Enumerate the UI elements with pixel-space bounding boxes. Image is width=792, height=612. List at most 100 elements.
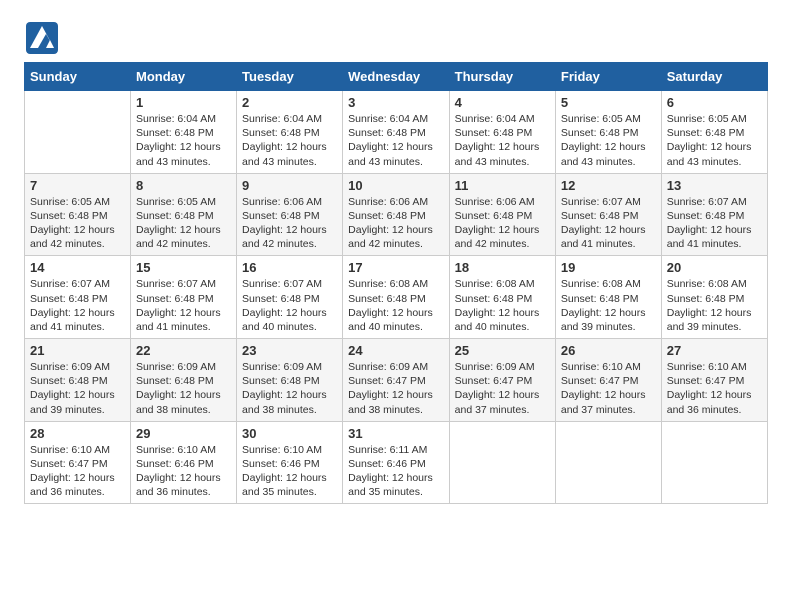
day-number: 29 [136,426,231,441]
day-number: 19 [561,260,656,275]
calendar-cell: 23Sunrise: 6:09 AM Sunset: 6:48 PM Dayli… [237,339,343,422]
calendar-cell: 19 Sunrise: 6:08 AM Sunset: 6:48 PM Dayli… [555,256,661,339]
header-saturday: Saturday [661,63,767,91]
day-info: Sunrise: 6:08 AM Sunset: 6:48 PM Dayligh… [561,277,656,334]
day-info: Sunrise: 6:11 AM Sunset: 6:46 PM Dayligh… [348,443,444,500]
calendar-cell: 29 Sunrise: 6:10 AM Sunset: 6:46 PM Dayli… [131,421,237,504]
day-info: Sunrise: 6:06 AM Sunset: 6:48 PM Dayligh… [242,195,337,252]
day-number: 11 [455,178,550,193]
day-info: Sunrise: 6:06 AM Sunset: 6:48 PM Dayligh… [455,195,550,252]
calendar-cell: 3 Sunrise: 6:04 AM Sunset: 6:48 PM Daylig… [343,91,450,174]
calendar-cell: 10 Sunrise: 6:06 AM Sunset: 6:48 PM Dayli… [343,173,450,256]
calendar-cell [449,421,555,504]
calendar-week-row: 14 Sunrise: 6:07 AM Sunset: 6:48 PM Dayli… [25,256,768,339]
day-info: Sunrise: 6:09 AM Sunset: 6:48 PM Dayligh… [136,360,231,417]
day-info: Sunrise: 6:09 AM Sunset: 6:48 PM Dayligh… [242,360,337,417]
header-sunday: Sunday [25,63,131,91]
day-info: Sunrise: 6:04 AM Sunset: 6:48 PM Dayligh… [242,112,337,169]
calendar-week-row: 21 Sunrise: 6:09 AM Sunset: 6:48 PM Dayli… [25,339,768,422]
logo-icon [24,20,60,56]
day-info: Sunrise: 6:10 AM Sunset: 6:46 PM Dayligh… [242,443,337,500]
calendar-cell: 7 Sunrise: 6:05 AM Sunset: 6:48 PM Daylig… [25,173,131,256]
calendar-cell: 24 Sunrise: 6:09 AM Sunset: 6:47 PM Dayli… [343,339,450,422]
day-info: Sunrise: 6:04 AM Sunset: 6:48 PM Dayligh… [136,112,231,169]
calendar-table: SundayMondayTuesdayWednesdayThursdayFrid… [24,62,768,504]
header-friday: Friday [555,63,661,91]
calendar-cell: 17Sunrise: 6:08 AM Sunset: 6:48 PM Dayli… [343,256,450,339]
day-info: Sunrise: 6:07 AM Sunset: 6:48 PM Dayligh… [136,277,231,334]
calendar-week-row: 28 Sunrise: 6:10 AM Sunset: 6:47 PM Dayli… [25,421,768,504]
calendar-cell: 8 Sunrise: 6:05 AM Sunset: 6:48 PM Daylig… [131,173,237,256]
day-info: Sunrise: 6:08 AM Sunset: 6:48 PM Dayligh… [455,277,550,334]
calendar-cell: 25Sunrise: 6:09 AM Sunset: 6:47 PM Dayli… [449,339,555,422]
calendar-cell: 12 Sunrise: 6:07 AM Sunset: 6:48 PM Dayli… [555,173,661,256]
logo [24,20,64,56]
day-info: Sunrise: 6:05 AM Sunset: 6:48 PM Dayligh… [561,112,656,169]
day-number: 10 [348,178,444,193]
day-info: Sunrise: 6:05 AM Sunset: 6:48 PM Dayligh… [667,112,762,169]
calendar-cell: 9 Sunrise: 6:06 AM Sunset: 6:48 PM Daylig… [237,173,343,256]
calendar-cell: 2 Sunrise: 6:04 AM Sunset: 6:48 PM Daylig… [237,91,343,174]
day-number: 15 [136,260,231,275]
day-number: 26 [561,343,656,358]
calendar-cell: 14 Sunrise: 6:07 AM Sunset: 6:48 PM Dayli… [25,256,131,339]
calendar-week-row: 7 Sunrise: 6:05 AM Sunset: 6:48 PM Daylig… [25,173,768,256]
day-info: Sunrise: 6:07 AM Sunset: 6:48 PM Dayligh… [561,195,656,252]
day-info: Sunrise: 6:04 AM Sunset: 6:48 PM Dayligh… [348,112,444,169]
header-tuesday: Tuesday [237,63,343,91]
day-number: 5 [561,95,656,110]
day-info: Sunrise: 6:07 AM Sunset: 6:48 PM Dayligh… [242,277,337,334]
day-info: Sunrise: 6:10 AM Sunset: 6:47 PM Dayligh… [667,360,762,417]
day-number: 9 [242,178,337,193]
day-number: 16 [242,260,337,275]
day-number: 30 [242,426,337,441]
day-number: 14 [30,260,125,275]
calendar-cell: 15 Sunrise: 6:07 AM Sunset: 6:48 PM Dayli… [131,256,237,339]
calendar-cell: 1Sunrise: 6:04 AM Sunset: 6:48 PM Daylig… [131,91,237,174]
day-number: 3 [348,95,444,110]
day-info: Sunrise: 6:09 AM Sunset: 6:47 PM Dayligh… [455,360,550,417]
calendar-cell: 11 Sunrise: 6:06 AM Sunset: 6:48 PM Dayli… [449,173,555,256]
day-info: Sunrise: 6:08 AM Sunset: 6:48 PM Dayligh… [667,277,762,334]
calendar-week-row: 1Sunrise: 6:04 AM Sunset: 6:48 PM Daylig… [25,91,768,174]
day-number: 8 [136,178,231,193]
calendar-cell: 20 Sunrise: 6:08 AM Sunset: 6:48 PM Dayli… [661,256,767,339]
day-info: Sunrise: 6:04 AM Sunset: 6:48 PM Dayligh… [455,112,550,169]
page-header [24,20,768,56]
day-info: Sunrise: 6:06 AM Sunset: 6:48 PM Dayligh… [348,195,444,252]
day-number: 31 [348,426,444,441]
calendar-cell: 18Sunrise: 6:08 AM Sunset: 6:48 PM Dayli… [449,256,555,339]
day-info: Sunrise: 6:05 AM Sunset: 6:48 PM Dayligh… [136,195,231,252]
day-info: Sunrise: 6:10 AM Sunset: 6:47 PM Dayligh… [561,360,656,417]
day-number: 12 [561,178,656,193]
day-number: 24 [348,343,444,358]
calendar-cell: 16 Sunrise: 6:07 AM Sunset: 6:48 PM Dayli… [237,256,343,339]
day-info: Sunrise: 6:09 AM Sunset: 6:47 PM Dayligh… [348,360,444,417]
calendar-cell [661,421,767,504]
calendar-cell: 26 Sunrise: 6:10 AM Sunset: 6:47 PM Dayli… [555,339,661,422]
calendar-cell [25,91,131,174]
calendar-cell: 4 Sunrise: 6:04 AM Sunset: 6:48 PM Daylig… [449,91,555,174]
day-number: 4 [455,95,550,110]
day-info: Sunrise: 6:10 AM Sunset: 6:46 PM Dayligh… [136,443,231,500]
day-info: Sunrise: 6:05 AM Sunset: 6:48 PM Dayligh… [30,195,125,252]
day-number: 17 [348,260,444,275]
calendar-cell: 13Sunrise: 6:07 AM Sunset: 6:48 PM Dayli… [661,173,767,256]
day-number: 28 [30,426,125,441]
calendar-cell: 6 Sunrise: 6:05 AM Sunset: 6:48 PM Daylig… [661,91,767,174]
day-number: 7 [30,178,125,193]
day-info: Sunrise: 6:07 AM Sunset: 6:48 PM Dayligh… [667,195,762,252]
day-number: 2 [242,95,337,110]
day-number: 27 [667,343,762,358]
calendar-cell: 22Sunrise: 6:09 AM Sunset: 6:48 PM Dayli… [131,339,237,422]
day-info: Sunrise: 6:07 AM Sunset: 6:48 PM Dayligh… [30,277,125,334]
day-info: Sunrise: 6:10 AM Sunset: 6:47 PM Dayligh… [30,443,125,500]
header-thursday: Thursday [449,63,555,91]
day-number: 20 [667,260,762,275]
day-info: Sunrise: 6:09 AM Sunset: 6:48 PM Dayligh… [30,360,125,417]
calendar-cell: 5 Sunrise: 6:05 AM Sunset: 6:48 PM Daylig… [555,91,661,174]
day-number: 21 [30,343,125,358]
calendar-header-row: SundayMondayTuesdayWednesdayThursdayFrid… [25,63,768,91]
day-number: 6 [667,95,762,110]
calendar-cell: 21 Sunrise: 6:09 AM Sunset: 6:48 PM Dayli… [25,339,131,422]
